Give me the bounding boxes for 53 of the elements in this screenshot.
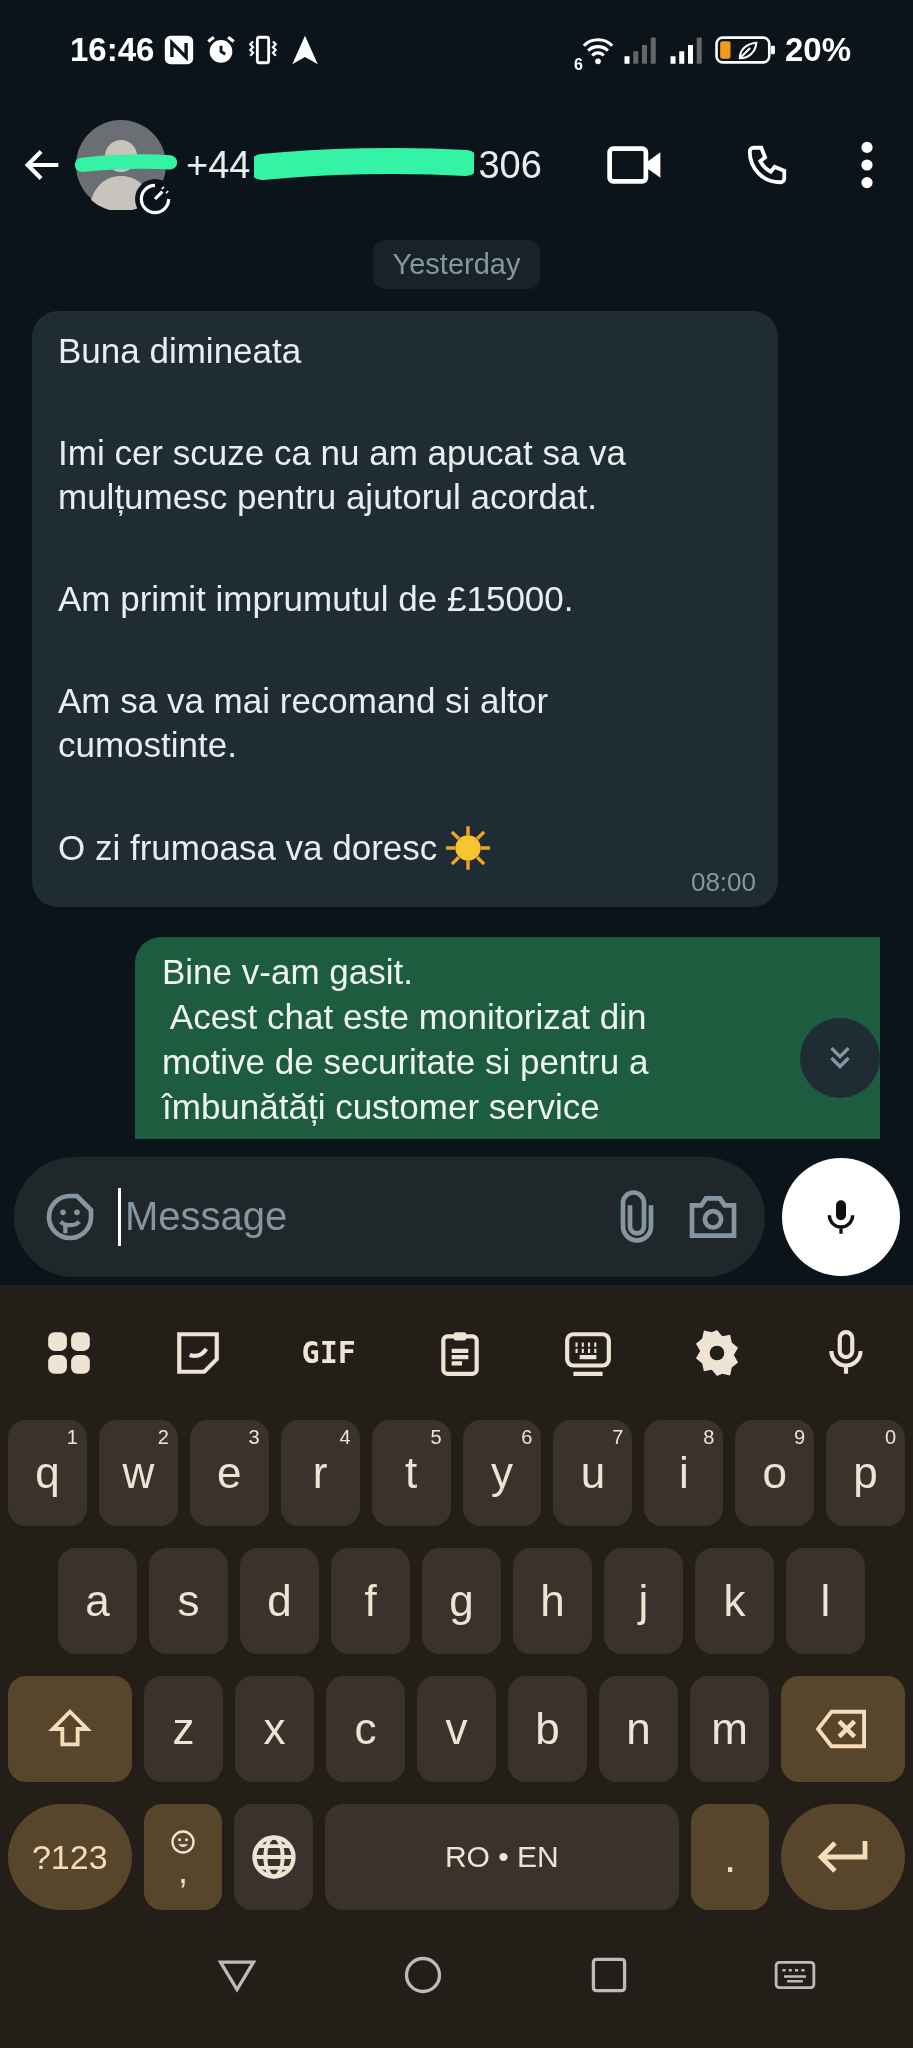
letter-key[interactable]: x [235,1676,314,1782]
letter-key[interactable]: u 7 [553,1420,633,1526]
shift-key[interactable] [8,1676,132,1782]
letter-key[interactable]: v [417,1676,496,1782]
period-key[interactable]: . [690,1804,770,1910]
letter-key[interactable]: y 6 [462,1420,542,1526]
letter-key[interactable]: i 8 [644,1420,724,1526]
message-text: Am sa va mai recomand si altor cumostinte. [58,680,549,766]
message-time: 08:00 [690,867,756,897]
letter-key[interactable]: z [144,1676,223,1782]
letter-key[interactable]: a [58,1548,137,1654]
letter-key[interactable]: e 3 [189,1420,269,1526]
letter-key[interactable]: m [690,1676,769,1782]
gif-button[interactable]: GIF [301,1335,356,1370]
clock-time: 16:46 [70,31,155,69]
message-text: Am primit imprumutul de £15000. [58,578,574,620]
letter-key[interactable]: d [240,1548,319,1654]
battery-percent: 20% [784,31,851,69]
message-text: Imi cer scuze ca nu am apucat sa va mulțumesc pentru ajutorul acordat. [58,432,627,518]
letter-key[interactable]: o 9 [735,1420,815,1526]
sun-icon [445,825,492,871]
letter-key[interactable]: j [604,1548,683,1654]
comma-label: , [177,1856,188,1886]
letter-key[interactable]: s [149,1548,228,1654]
backspace-key[interactable] [781,1676,905,1782]
letter-key[interactable]: p 0 [826,1420,906,1526]
message-text: Bine v-am gasit. Acest chat este monitorizat din motive de securitate si pentru a îmbunătăți customer service [162,952,649,1126]
date-chip: Yesterday [372,240,541,289]
wifi-label: 6 [574,56,583,74]
letter-key[interactable]: f [331,1548,410,1654]
space-bar[interactable]: RO • EN [325,1804,679,1910]
language-key[interactable] [234,1804,313,1910]
more-options-icon[interactable] [860,141,874,189]
symbols-key[interactable]: ?123 [8,1804,132,1910]
letter-key[interactable]: r 4 [280,1420,360,1526]
phone-number: 306 [478,143,542,187]
message-text: O zi frumoasa va doresc [58,827,438,869]
letter-key[interactable]: b [508,1676,587,1782]
letter-key[interactable]: w 2 [98,1420,178,1526]
battery-icon [714,35,777,65]
smiley-icon [168,1828,197,1856]
letter-key[interactable]: q 1 [8,1420,87,1526]
message-text: Buna dimineata [58,330,302,372]
letter-key[interactable]: l [786,1548,865,1654]
phone-number: +44 [186,143,251,187]
letter-key[interactable]: c [326,1676,405,1782]
letter-key[interactable]: h [513,1548,592,1654]
letter-key[interactable]: n [599,1676,678,1782]
letter-key[interactable]: g [422,1548,501,1654]
letter-key[interactable]: k [695,1548,774,1654]
letter-key[interactable]: t 5 [371,1420,451,1526]
message-bar[interactable]: Message [14,1156,765,1277]
emoji-key[interactable]: , [143,1804,223,1910]
